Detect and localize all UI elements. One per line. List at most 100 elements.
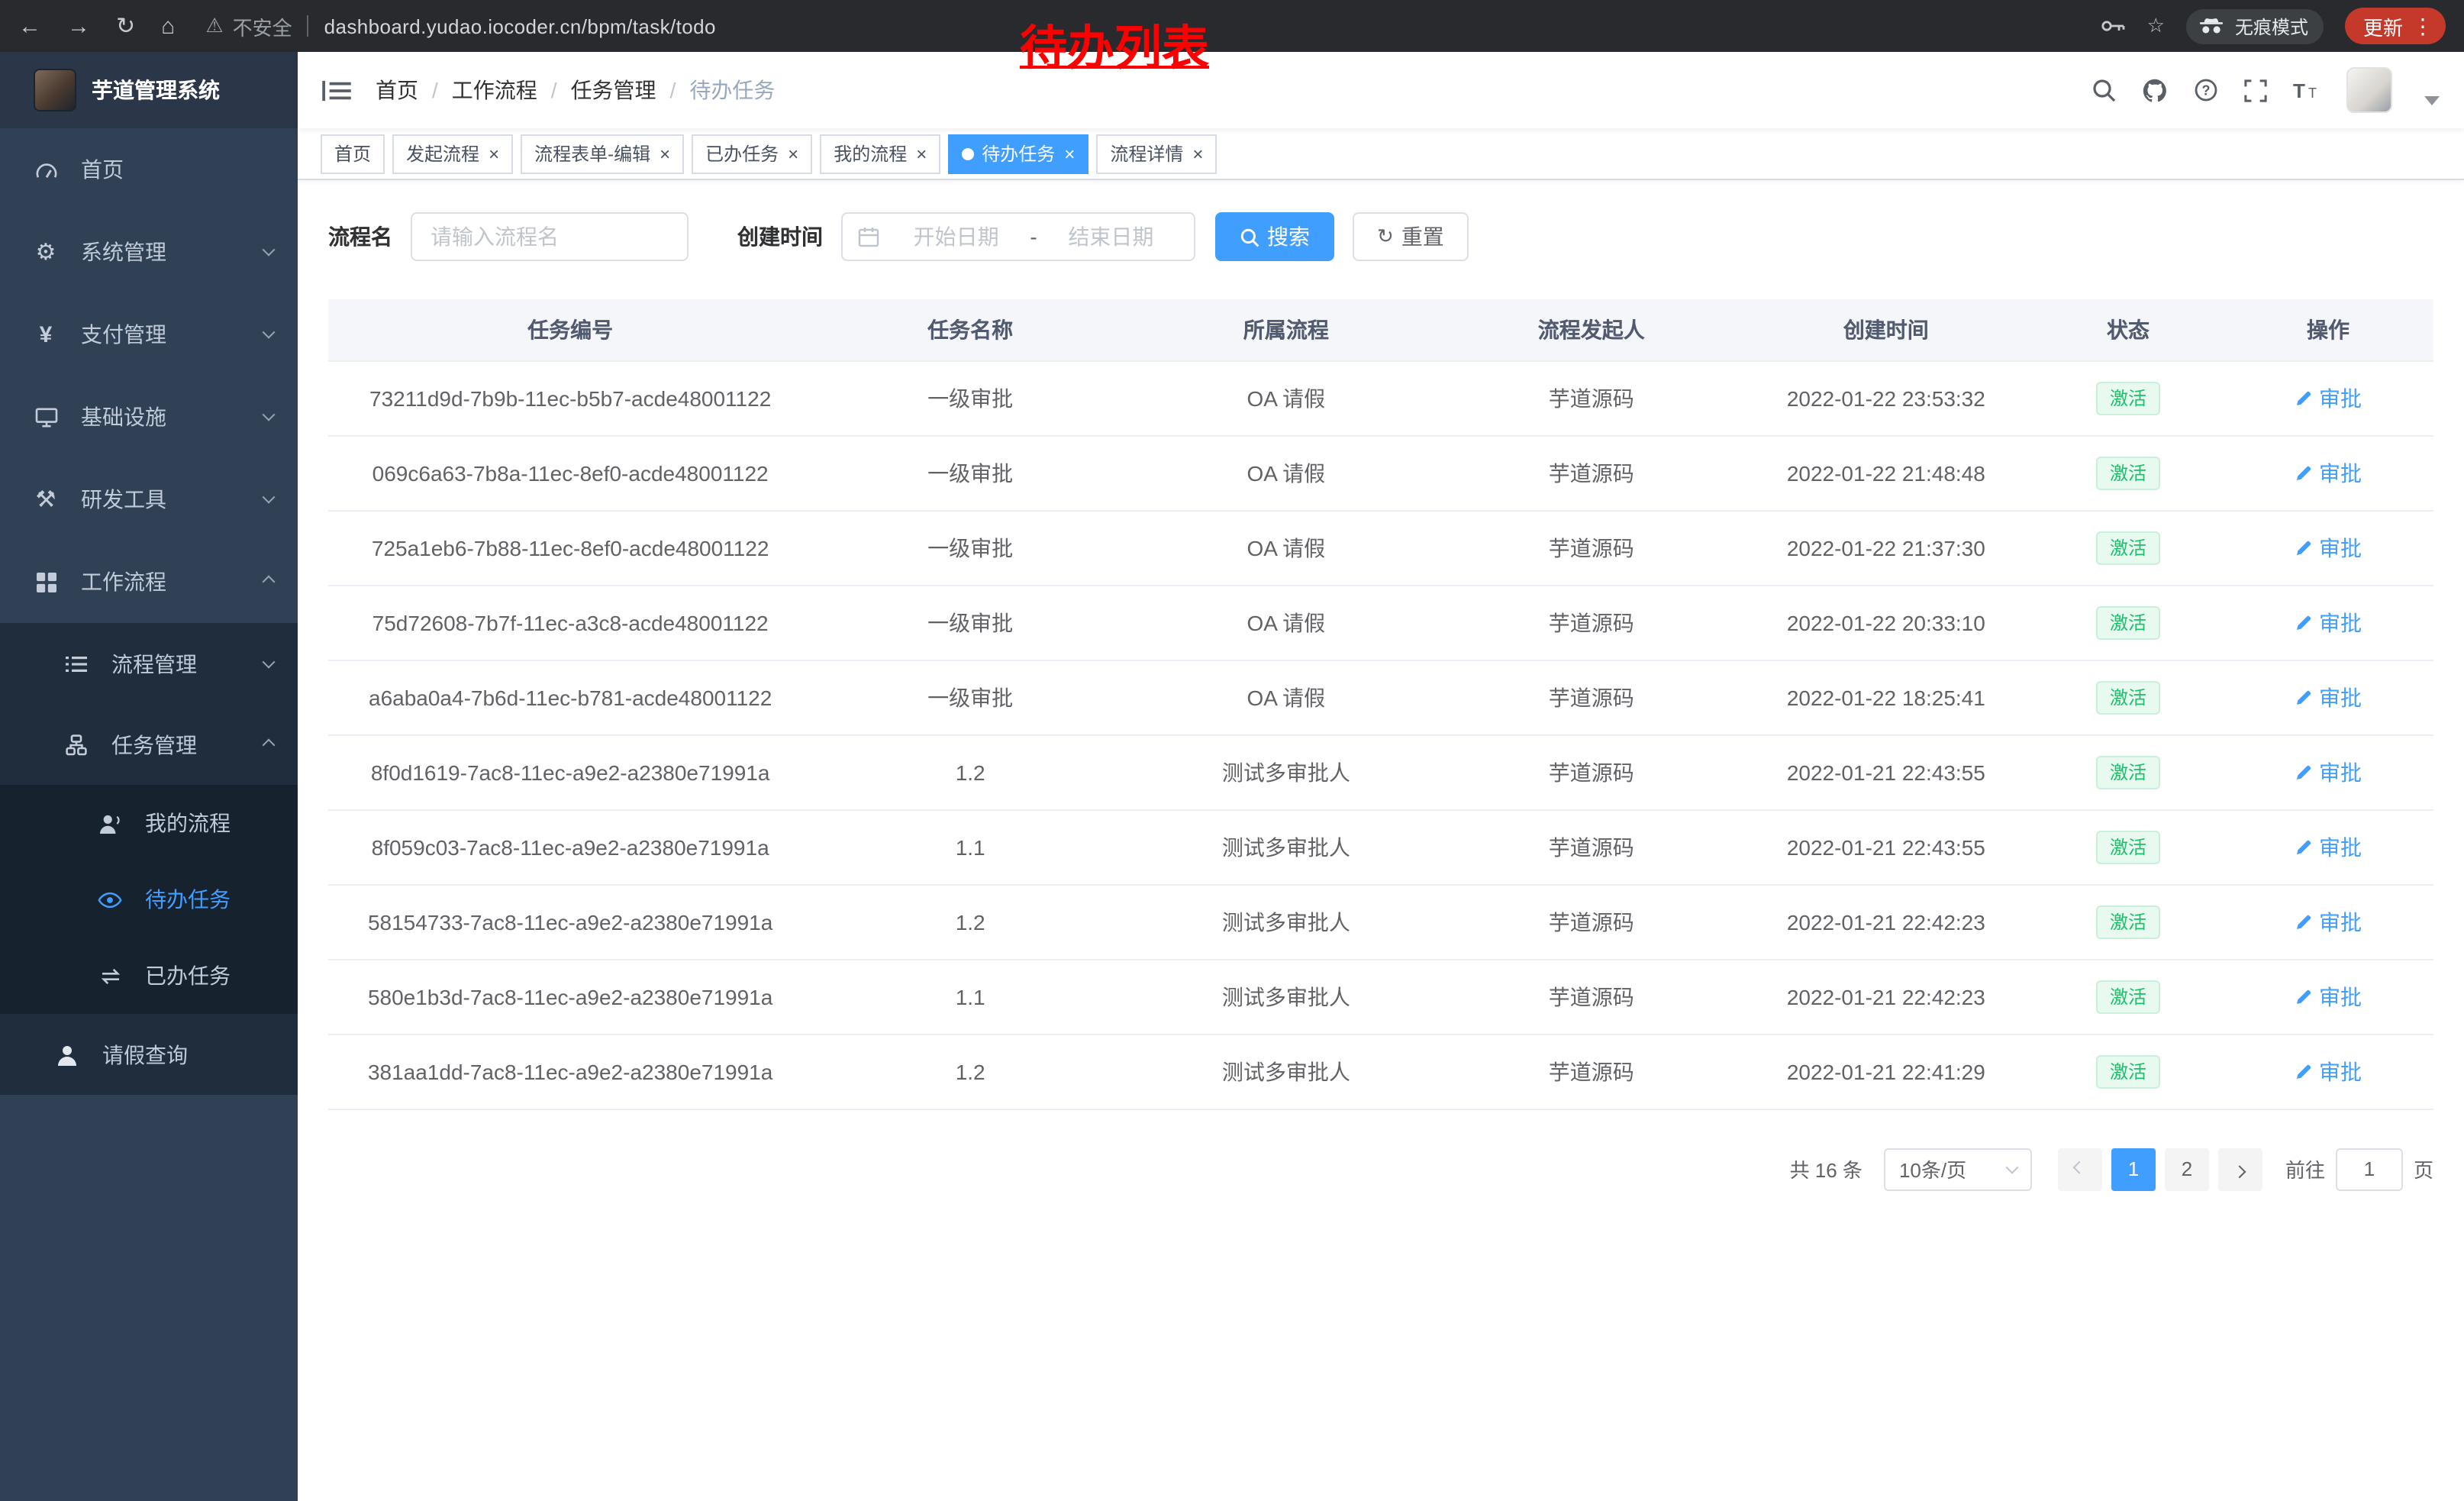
svg-text:T: T [2293,79,2305,101]
tab-done-tasks[interactable]: 已办任务 × [692,134,812,173]
reload-icon[interactable]: ↻ [116,12,135,40]
table-row: 75d72608-7b7f-11ec-a3c8-acde48001122 一级审… [328,585,2433,660]
edit-icon [2295,838,2313,856]
page-size-value: 10条/页 [1899,1154,1966,1183]
browser-nav: ← → ↻ ⌂ [18,12,175,40]
next-page-button[interactable] [2218,1148,2262,1190]
prev-page-button[interactable] [2058,1148,2102,1190]
page-button-2[interactable]: 2 [2165,1148,2209,1190]
browser-menu-icon[interactable]: ⋮ [2412,15,2433,37]
approve-link[interactable]: 审批 [2295,757,2362,787]
password-key-icon[interactable] [2101,20,2126,32]
reset-button-label: 重置 [1401,221,1444,252]
cell-initiator: 芋道源码 [1444,510,1739,585]
sidebar-item-todo-tasks[interactable]: 待办任务 [0,861,298,938]
font-size-icon[interactable]: TT [2293,79,2320,101]
update-button[interactable]: 更新 ⋮ [2345,8,2446,44]
approve-link[interactable]: 审批 [2295,682,2362,712]
dashboard-icon [31,160,61,179]
goto-page-input[interactable] [2336,1148,2403,1190]
back-icon[interactable]: ← [18,13,41,39]
cell-action: 审批 [2223,360,2433,435]
screen: ← → ↻ ⌂ ⚠ 不安全 dashboard.yudao.iocoder.cn… [0,0,2464,1501]
approve-link[interactable]: 审批 [2295,906,2362,937]
avatar[interactable] [2346,67,2392,113]
approve-label: 审批 [2319,682,2362,712]
tab-process-detail[interactable]: 流程详情 × [1096,134,1217,173]
tab-todo-tasks[interactable]: 待办任务 × [948,134,1088,173]
search-icon[interactable] [2091,78,2116,102]
cell-task-id: 381aa1dd-7ac8-11ec-a9e2-a2380e71991a [328,1034,812,1109]
table-row: 725a1eb6-7b88-11ec-8ef0-acde48001122 一级审… [328,510,2433,585]
edit-icon [2295,389,2313,407]
table-header-row: 任务编号 任务名称 所属流程 流程发起人 创建时间 状态 操作 [328,299,2433,360]
cell-task-id: 069c6a63-7b8a-11ec-8ef0-acde48001122 [328,435,812,510]
tab-my-process[interactable]: 我的流程 × [820,134,940,173]
process-name-label: 流程名 [328,221,392,252]
close-icon[interactable]: × [1192,144,1203,163]
avatar-caret-icon[interactable] [2424,96,2440,105]
cell-process: OA 请假 [1128,660,1444,734]
logo[interactable]: 芋道管理系统 [0,52,298,128]
cell-action: 审批 [2223,1034,2433,1109]
process-name-input[interactable] [411,212,689,261]
sidebar-item-process-mgmt[interactable]: 流程管理 [0,623,298,704]
cell-action: 审批 [2223,959,2433,1034]
approve-link[interactable]: 审批 [2295,607,2362,638]
github-icon[interactable] [2142,77,2168,103]
tab-start-process[interactable]: 发起流程 × [392,134,513,173]
approve-link[interactable]: 审批 [2295,981,2362,1012]
breadcrumb-workflow[interactable]: 工作流程 [452,75,537,105]
breadcrumb-task-mgmt[interactable]: 任务管理 [571,75,656,105]
fullscreen-icon[interactable] [2244,79,2267,102]
sidebar-item-done-tasks[interactable]: 已办任务 [0,938,298,1014]
edit-icon [2295,763,2313,781]
date-range-picker[interactable]: 开始日期 - 结束日期 [841,212,1195,261]
help-icon[interactable]: ? [2194,78,2218,102]
app-layout: 芋道管理系统 首页 ⚙ 系统管理 ¥ 支付管理 [0,52,2464,1501]
address-bar[interactable]: ⚠ 不安全 dashboard.yudao.iocoder.cn/bpm/tas… [205,11,716,40]
status-badge: 激活 [2096,755,2160,789]
sidebar-item-infra[interactable]: 基础设施 [0,376,298,458]
close-icon[interactable]: × [916,144,927,163]
breadcrumb-separator: / [670,78,676,102]
close-icon[interactable]: × [788,144,798,163]
edit-icon [2295,1062,2313,1080]
cell-status: 激活 [2033,510,2223,585]
bookmark-star-icon[interactable]: ☆ [2147,14,2165,38]
sidebar-item-payment[interactable]: ¥ 支付管理 [0,293,298,376]
close-icon[interactable]: × [1064,144,1075,163]
app-title: 芋道管理系统 [92,75,220,105]
forward-icon[interactable]: → [67,13,90,39]
page-size-select[interactable]: 10条/页 [1884,1148,2032,1190]
sidebar-item-devtools[interactable]: ⚒ 研发工具 [0,458,298,541]
tab-form-edit[interactable]: 流程表单-编辑 × [521,134,684,173]
page-button-1[interactable]: 1 [2111,1148,2156,1190]
close-icon[interactable]: × [489,144,499,163]
breadcrumb-home[interactable]: 首页 [376,75,418,105]
sidebar-item-my-process[interactable]: 我的流程 [0,785,298,861]
approve-link[interactable]: 审批 [2295,1056,2362,1086]
sidebar-item-task-mgmt[interactable]: 任务管理 [0,704,298,785]
incognito-badge: 无痕模式 [2186,8,2324,44]
sidebar-item-home[interactable]: 首页 [0,128,298,211]
sidebar-item-leave-query[interactable]: 请假查询 [0,1014,298,1095]
hamburger-icon[interactable] [322,79,351,102]
cell-created: 2022-01-22 20:33:10 [1739,585,2033,660]
approve-link[interactable]: 审批 [2295,457,2362,488]
home-icon[interactable]: ⌂ [161,13,175,39]
approve-link[interactable]: 审批 [2295,532,2362,563]
tab-home[interactable]: 首页 [321,134,385,173]
close-icon[interactable]: × [660,144,670,163]
approve-link[interactable]: 审批 [2295,383,2362,413]
goto-page: 前往 页 [2285,1148,2433,1190]
cell-task-name: 一级审批 [812,510,1128,585]
reset-button[interactable]: ↻ 重置 [1353,212,1469,261]
search-button[interactable]: 搜索 [1215,212,1334,261]
cell-task-name: 1.2 [812,1034,1128,1109]
col-task-name: 任务名称 [812,299,1128,360]
url-text[interactable]: dashboard.yudao.iocoder.cn/bpm/task/todo [324,15,716,37]
sidebar-item-system[interactable]: ⚙ 系统管理 [0,211,298,293]
approve-link[interactable]: 审批 [2295,831,2362,862]
sidebar-item-workflow[interactable]: 工作流程 [0,541,298,623]
